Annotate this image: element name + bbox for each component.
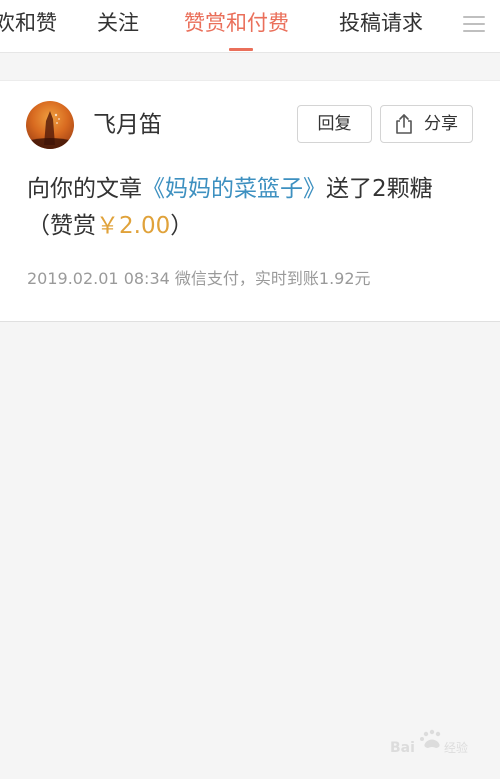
hamburger-menu-icon[interactable] (463, 15, 485, 33)
reward-message: 向你的文章《妈妈的菜篮子》送了2颗糖（赞赏￥2.00） (27, 171, 477, 245)
share-button[interactable]: 分享 (380, 105, 473, 143)
active-tab-indicator (229, 48, 253, 51)
svg-text:经验: 经验 (444, 740, 468, 755)
payment-meta: 2019.02.01 08:34 微信支付，实时到账1.92元 (27, 269, 371, 288)
top-tab-bar: 欢和赞 关注 赞赏和付费 投稿请求 (0, 0, 500, 53)
tab-follow[interactable]: 关注 (97, 9, 139, 37)
svg-text:Bai: Bai (390, 740, 415, 756)
reply-button[interactable]: 回复 (297, 105, 372, 143)
tab-likes[interactable]: 欢和赞 (0, 9, 57, 37)
reward-notification-card: 飞月笛 回复 分享 向你的文章《妈妈的菜篮子》送了2颗糖（赞赏￥2.00） 20… (0, 80, 500, 322)
watermark-logo: Bai 经验 (390, 729, 468, 756)
avatar[interactable] (26, 101, 74, 149)
message-end: ） (170, 213, 194, 239)
reward-amount: ￥2.00 (96, 213, 171, 239)
article-title-link[interactable]: 《妈妈的菜篮子》 (142, 176, 326, 202)
share-icon (396, 114, 412, 134)
tab-submission-requests[interactable]: 投稿请求 (339, 9, 423, 37)
message-prefix: 向你的文章 (27, 176, 142, 202)
username[interactable]: 飞月笛 (93, 110, 162, 140)
share-button-label: 分享 (424, 114, 458, 134)
tab-reward-and-paid[interactable]: 赞赏和付费 (184, 9, 289, 37)
